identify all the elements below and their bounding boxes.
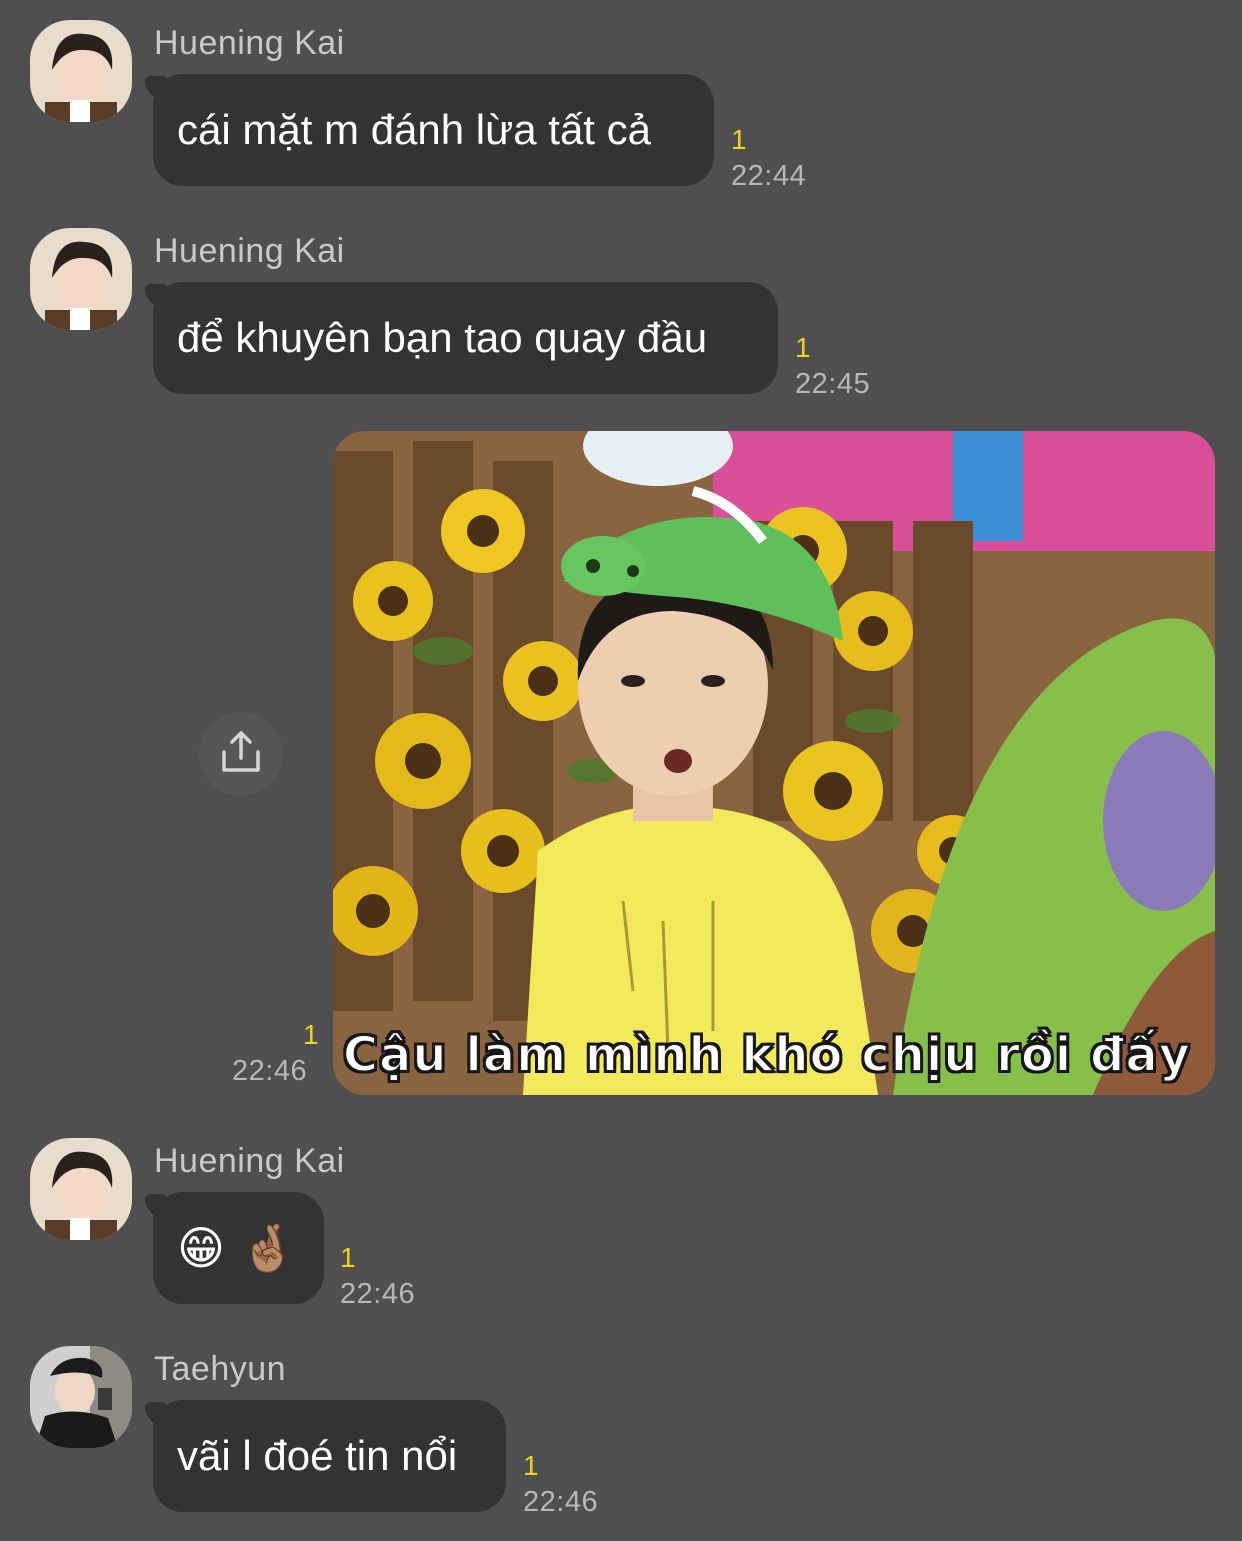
- avatar[interactable]: [30, 1346, 132, 1448]
- image-caption: Cậu làm mình khó chịu rồi đấy: [342, 1026, 1191, 1084]
- message-text: để khuyên bạn tao quay đầu: [177, 314, 708, 361]
- message-bubble[interactable]: để khuyên bạn tao quay đầu: [137, 282, 778, 394]
- emoji-text: 😁 🤞🏽: [177, 1221, 297, 1275]
- message-bubble[interactable]: vãi l đoé tin nổi: [137, 1400, 506, 1512]
- unread-count: 1: [303, 1019, 319, 1050]
- sender-name: Huening Kai: [154, 1142, 345, 1180]
- message-bubble[interactable]: cái mặt m đánh lừa tất cả: [137, 74, 714, 186]
- message-time: 22:46: [340, 1278, 416, 1310]
- message-bubble[interactable]: 😁 🤞🏽: [137, 1192, 324, 1304]
- message-time: 22:46: [523, 1486, 599, 1518]
- message-text: vãi l đoé tin nổi: [177, 1432, 458, 1479]
- share-button[interactable]: [199, 712, 283, 796]
- message-text: cái mặt m đánh lừa tất cả: [177, 106, 651, 153]
- sender-name: Huening Kai: [154, 232, 345, 270]
- sender-name: Taehyun: [154, 1350, 287, 1388]
- meme-image: [333, 431, 1215, 1095]
- unread-count: 1: [523, 1450, 539, 1481]
- image-message[interactable]: Cậu làm mình khó chịu rồi đấy: [333, 431, 1215, 1095]
- avatar[interactable]: [30, 228, 132, 330]
- unread-count: 1: [795, 332, 811, 363]
- unread-count: 1: [340, 1242, 356, 1273]
- share-icon: [222, 731, 260, 772]
- unread-count: 1: [731, 124, 747, 155]
- avatar[interactable]: [30, 20, 132, 122]
- message-time: 22:44: [731, 160, 807, 192]
- sender-name: Huening Kai: [154, 24, 345, 62]
- avatar[interactable]: [30, 1138, 132, 1240]
- message-time: 22:46: [232, 1055, 308, 1087]
- message-time: 22:45: [795, 368, 871, 400]
